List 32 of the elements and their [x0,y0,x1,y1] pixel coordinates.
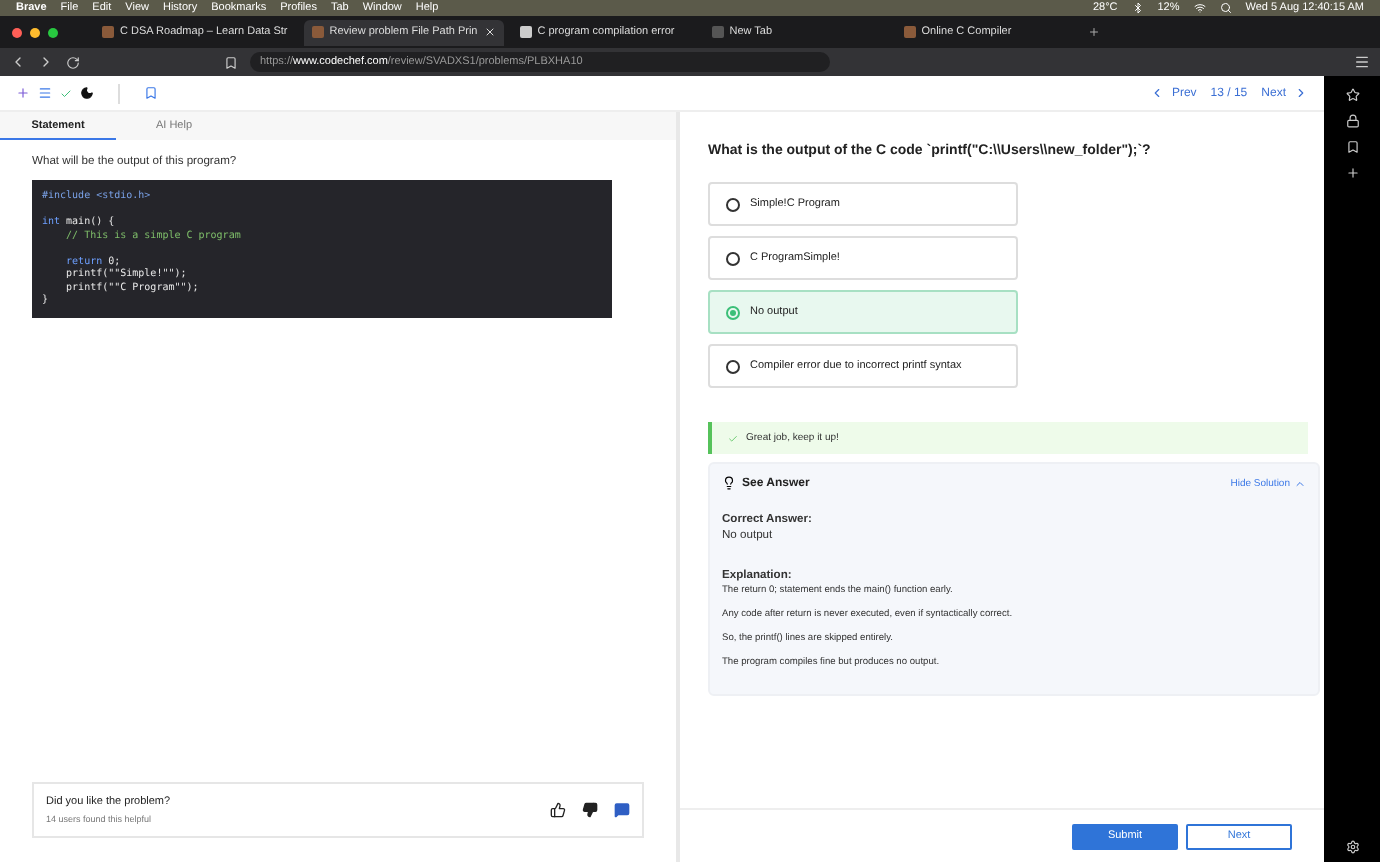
moon-icon[interactable] [80,86,94,100]
thumbs-down-icon[interactable] [582,802,598,818]
new-tab-icon[interactable] [1087,26,1100,38]
next-icon[interactable] [1294,86,1308,100]
menu-icon[interactable] [1354,54,1370,70]
settings-icon[interactable] [1345,840,1359,854]
zoom-window-icon[interactable] [48,27,58,37]
check-icon [728,433,738,443]
close-window-icon[interactable] [12,27,22,37]
site-favicon-icon [102,26,114,38]
lightbulb-icon [722,476,736,490]
lock-icon[interactable] [1345,114,1359,128]
wifi-icon[interactable] [1193,2,1206,14]
thumbs-up-icon[interactable] [550,802,566,818]
check-icon[interactable] [60,87,72,99]
search-icon[interactable] [1219,2,1232,14]
close-icon[interactable] [483,26,496,38]
list-icon[interactable] [38,86,52,100]
bookmark-icon[interactable] [224,55,238,69]
back-icon[interactable] [10,54,26,70]
previous-icon[interactable] [1149,86,1164,100]
star-icon[interactable] [1345,88,1359,102]
site-favicon-icon [311,26,324,38]
reload-icon[interactable] [66,55,80,69]
comment-icon[interactable] [614,802,630,818]
forward-icon[interactable] [38,54,54,70]
site-favicon-icon [903,26,916,38]
chevron-up-icon [1294,477,1306,489]
bluetooth-icon[interactable] [1131,2,1144,14]
minimize-window-icon[interactable] [30,27,40,37]
plus-icon[interactable] [1345,166,1359,180]
bookmark-icon[interactable] [1345,140,1359,154]
